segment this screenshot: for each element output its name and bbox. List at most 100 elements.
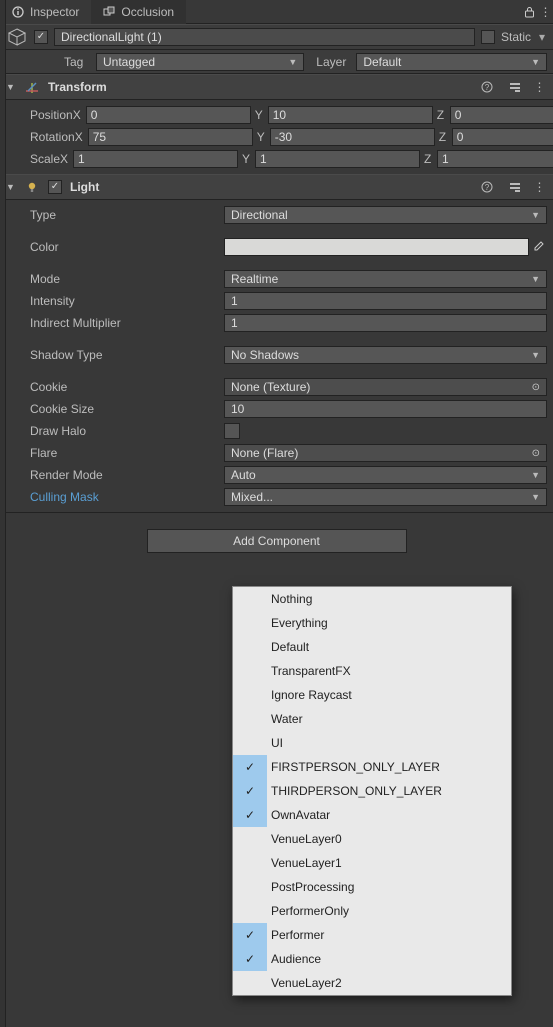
tab-occlusion[interactable]: Occlusion xyxy=(91,0,186,24)
transform-header[interactable]: ▼ Transform ? ⋮ xyxy=(0,74,553,100)
checkmark-icon: ✓ xyxy=(233,779,267,803)
shadow-type-dropdown[interactable]: No Shadows▼ xyxy=(224,346,547,364)
gameobject-icon[interactable] xyxy=(6,26,28,48)
preset-icon[interactable] xyxy=(505,177,525,197)
info-icon xyxy=(12,6,24,18)
object-name-input[interactable] xyxy=(54,28,475,46)
mask-option[interactable]: Default xyxy=(233,635,511,659)
transform-body: Position X Y Z Rotation X Y Z Scale X Y … xyxy=(0,100,553,174)
checkmark-icon: ✓ xyxy=(233,755,267,779)
scale-x-input[interactable] xyxy=(73,150,238,168)
layer-label: Layer xyxy=(310,55,350,69)
type-dropdown[interactable]: Directional▼ xyxy=(224,206,547,224)
help-icon[interactable]: ? xyxy=(477,77,497,97)
position-y-input[interactable] xyxy=(268,106,433,124)
indirect-label: Indirect Multiplier xyxy=(6,316,224,330)
tab-inspector[interactable]: Inspector xyxy=(0,0,91,24)
mask-option[interactable]: VenueLayer2 xyxy=(233,971,511,995)
mask-option[interactable]: PerformerOnly xyxy=(233,899,511,923)
render-mode-dropdown[interactable]: Auto▼ xyxy=(224,466,547,484)
mask-option-label: Ignore Raycast xyxy=(267,688,352,702)
light-icon xyxy=(24,179,40,195)
mask-option[interactable]: VenueLayer0 xyxy=(233,827,511,851)
mask-option-label: VenueLayer1 xyxy=(267,856,342,870)
mask-option[interactable]: ✓FIRSTPERSON_ONLY_LAYER xyxy=(233,755,511,779)
mask-option[interactable]: VenueLayer1 xyxy=(233,851,511,875)
flare-field[interactable]: None (Flare)⊙ xyxy=(224,444,547,462)
lock-icon[interactable] xyxy=(519,2,539,22)
scale-y-input[interactable] xyxy=(255,150,420,168)
tag-value: Untagged xyxy=(103,55,155,69)
checkmark-icon xyxy=(233,659,267,683)
draw-halo-checkbox[interactable] xyxy=(224,423,240,439)
cookie-field[interactable]: None (Texture)⊙ xyxy=(224,378,547,396)
mask-option-label: Water xyxy=(267,712,303,726)
mask-option[interactable]: ✓OwnAvatar xyxy=(233,803,511,827)
help-icon[interactable]: ? xyxy=(477,177,497,197)
mask-option[interactable]: PostProcessing xyxy=(233,875,511,899)
indirect-multiplier-input[interactable] xyxy=(224,314,547,332)
mask-option[interactable]: TransparentFX xyxy=(233,659,511,683)
mask-option[interactable]: Everything xyxy=(233,611,511,635)
panel-edge xyxy=(0,0,6,1027)
add-component-button[interactable]: Add Component xyxy=(147,529,407,553)
checkmark-icon: ✓ xyxy=(233,803,267,827)
scale-label: Scale xyxy=(6,152,60,166)
mode-label: Mode xyxy=(6,272,224,286)
mask-option-label: Audience xyxy=(267,952,321,966)
mask-option[interactable]: Water xyxy=(233,707,511,731)
component-menu-icon[interactable]: ⋮ xyxy=(533,80,547,94)
tab-menu-icon[interactable]: ⋮ xyxy=(539,2,553,22)
mask-option-label: Everything xyxy=(267,616,328,630)
mask-option[interactable]: ✓THIRDPERSON_ONLY_LAYER xyxy=(233,779,511,803)
position-x-input[interactable] xyxy=(86,106,251,124)
mask-option[interactable]: Ignore Raycast xyxy=(233,683,511,707)
axis-y-label: Y xyxy=(255,108,265,122)
scale-z-input[interactable] xyxy=(437,150,553,168)
cookie-size-label: Cookie Size xyxy=(6,402,224,416)
position-z-input[interactable] xyxy=(450,106,553,124)
preset-icon[interactable] xyxy=(505,77,525,97)
light-enabled-checkbox[interactable] xyxy=(48,180,62,194)
checkmark-icon xyxy=(233,611,267,635)
axis-z-label: Z xyxy=(437,108,447,122)
color-field[interactable] xyxy=(224,238,529,256)
position-label: Position xyxy=(6,108,73,122)
cookie-size-input[interactable] xyxy=(224,400,547,418)
checkmark-icon xyxy=(233,875,267,899)
rotation-z-input[interactable] xyxy=(452,128,553,146)
light-header[interactable]: ▼ Light ? ⋮ xyxy=(0,174,553,200)
component-menu-icon[interactable]: ⋮ xyxy=(533,180,547,194)
mask-option-label: PerformerOnly xyxy=(267,904,349,918)
static-checkbox[interactable] xyxy=(481,30,495,44)
static-dropdown-icon[interactable]: ▾ xyxy=(537,30,547,44)
tag-dropdown[interactable]: Untagged▼ xyxy=(96,53,304,71)
layer-value: Default xyxy=(363,55,401,69)
eyedropper-icon[interactable] xyxy=(529,238,547,256)
mask-option-label: OwnAvatar xyxy=(267,808,330,822)
shadow-type-label: Shadow Type xyxy=(6,348,224,362)
color-label: Color xyxy=(6,240,224,254)
add-component-label: Add Component xyxy=(233,534,320,548)
active-checkbox[interactable] xyxy=(34,30,48,44)
rotation-y-input[interactable] xyxy=(270,128,435,146)
type-label: Type xyxy=(6,208,224,222)
mask-option[interactable]: ✓Audience xyxy=(233,947,511,971)
layer-dropdown[interactable]: Default▼ xyxy=(356,53,547,71)
checkmark-icon xyxy=(233,899,267,923)
transform-icon xyxy=(24,79,40,95)
checkmark-icon xyxy=(233,635,267,659)
mask-option-label: PostProcessing xyxy=(267,880,354,894)
intensity-input[interactable] xyxy=(224,292,547,310)
mask-option[interactable]: UI xyxy=(233,731,511,755)
svg-text:?: ? xyxy=(485,83,490,92)
tag-label: Tag xyxy=(64,55,90,69)
checkmark-icon xyxy=(233,851,267,875)
mask-option[interactable]: ✓Performer xyxy=(233,923,511,947)
mode-dropdown[interactable]: Realtime▼ xyxy=(224,270,547,288)
checkmark-icon xyxy=(233,683,267,707)
light-title: Light xyxy=(70,180,99,194)
mask-option[interactable]: Nothing xyxy=(233,587,511,611)
culling-mask-dropdown[interactable]: Mixed...▼ xyxy=(224,488,547,506)
rotation-x-input[interactable] xyxy=(88,128,253,146)
